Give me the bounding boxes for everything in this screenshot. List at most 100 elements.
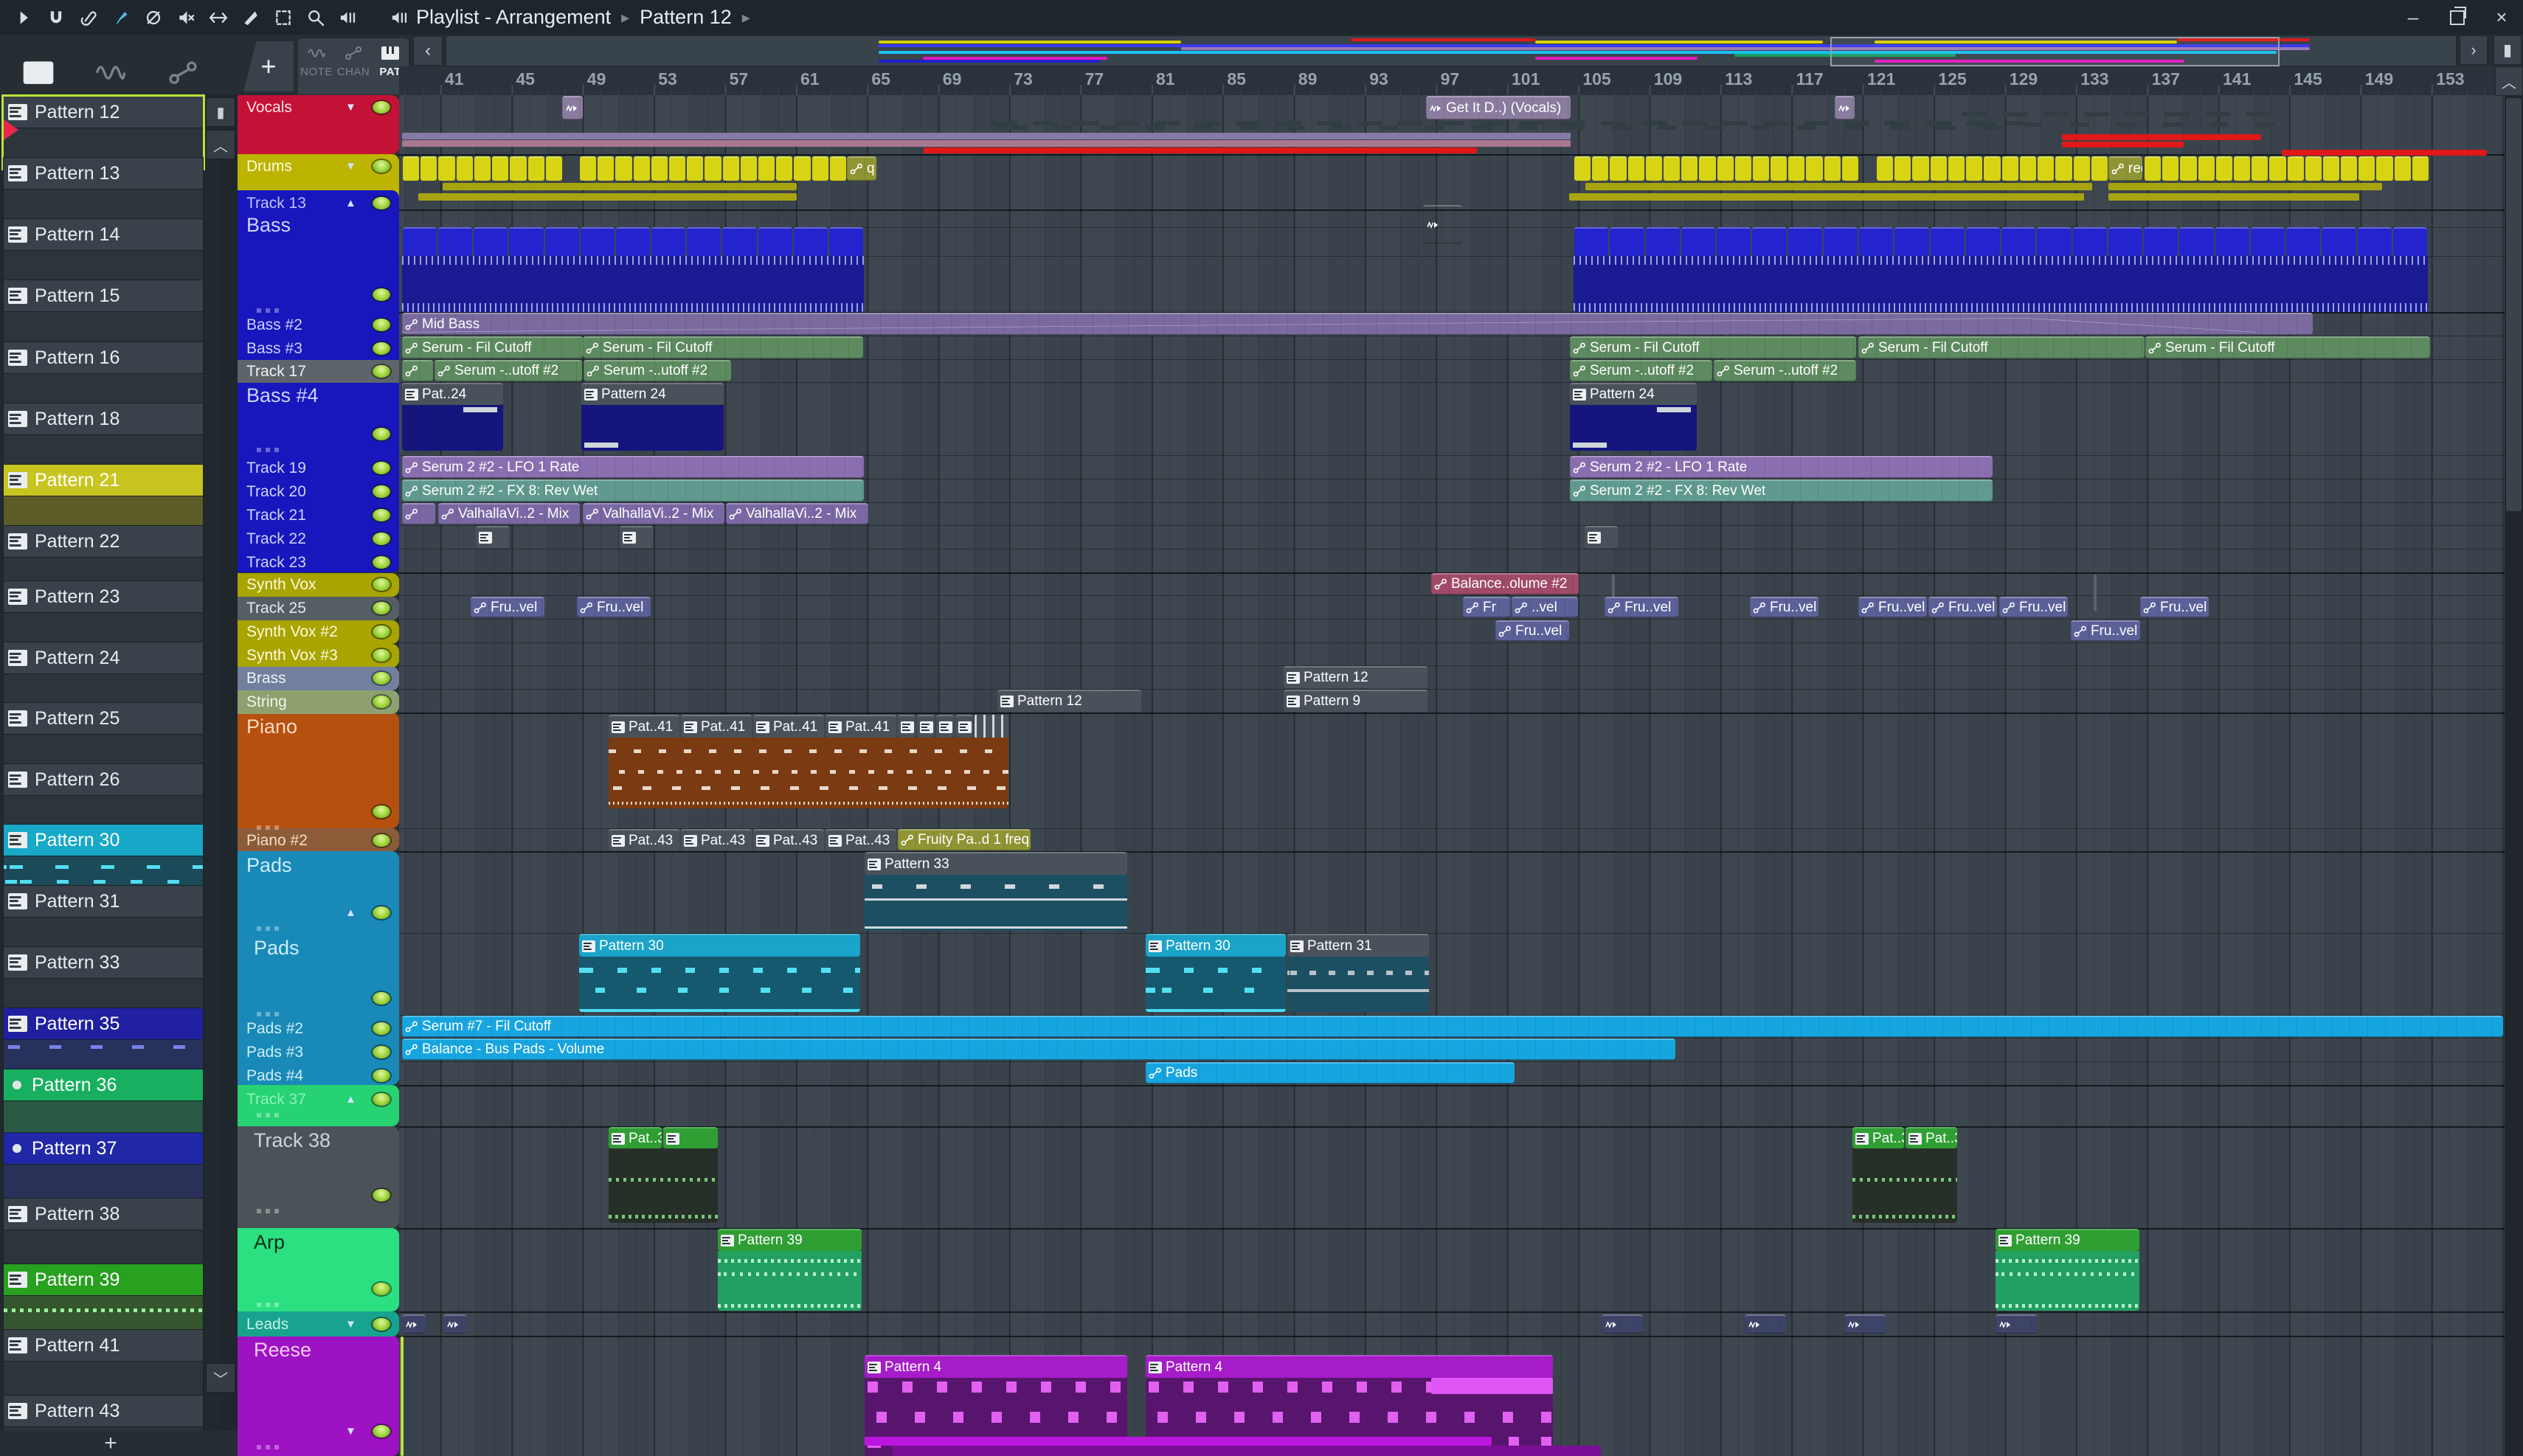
automation-clip[interactable]: Serum -..utoff #2: [435, 360, 582, 381]
clip-body[interactable]: [1852, 1148, 1957, 1223]
track-mute-led[interactable]: [373, 342, 390, 355]
navigator-scroll-right-button[interactable]: ›: [2460, 35, 2488, 65]
pattern-clip-train[interactable]: [1574, 156, 1859, 181]
pattern-clip-cell[interactable]: [527, 156, 544, 181]
track-mute-led[interactable]: [373, 649, 390, 662]
pattern-clip-cell[interactable]: [2376, 156, 2393, 181]
collapse-arrow-icon[interactable]: ▲: [345, 906, 356, 919]
pattern-clip-cell[interactable]: [2180, 156, 2197, 181]
track-mute-led[interactable]: [373, 625, 390, 638]
pattern-clip[interactable]: [936, 715, 954, 738]
automation-clip[interactable]: Fruity Pa..d 1 freq: [898, 829, 1031, 850]
clip-body[interactable]: [402, 256, 864, 312]
pattern-clip[interactable]: Pattern 12: [997, 690, 1141, 712]
track-mute-led[interactable]: [373, 556, 390, 569]
pattern-clip-cell[interactable]: [1627, 156, 1644, 181]
zoom-icon[interactable]: [300, 3, 332, 32]
pattern-clip-cell[interactable]: [793, 227, 828, 256]
clip-body[interactable]: [1146, 957, 1286, 1012]
pattern-clip-cell[interactable]: [1930, 156, 1947, 181]
clip-body[interactable]: [718, 1251, 862, 1311]
pattern-clip-cell[interactable]: [420, 156, 437, 181]
automation-clip[interactable]: Serum #7 - Fil Cutoff: [402, 1016, 2503, 1037]
pattern-clip-cell[interactable]: [1948, 156, 1965, 181]
track-mute-led[interactable]: [373, 1318, 390, 1331]
track-mute-led[interactable]: [373, 578, 390, 591]
track-header-track-37[interactable]: Track 37 ▲: [238, 1088, 399, 1117]
pattern-clip-cell[interactable]: [2145, 156, 2162, 181]
pattern-clip-cell[interactable]: [474, 227, 508, 256]
track-header-piano[interactable]: Piano: [238, 715, 399, 738]
automation-clip[interactable]: Serum -..utoff #2: [584, 360, 731, 381]
automation-clip[interactable]: Pads: [1146, 1062, 1515, 1084]
track-header-led-row[interactable]: ▼: [238, 1420, 399, 1449]
track-mute-led[interactable]: [373, 485, 390, 498]
automation-clip[interactable]: Fru..vel: [2140, 597, 2209, 617]
track-header-led-row[interactable]: [238, 800, 399, 830]
pattern-clip-cell[interactable]: [2392, 227, 2427, 256]
pattern-clip-cell[interactable]: [1984, 156, 2001, 181]
pattern-clip-cell[interactable]: [2358, 156, 2375, 181]
pattern-clip-cell[interactable]: [705, 156, 721, 181]
automation-clip[interactable]: Fru..vel: [1928, 597, 1997, 617]
audio-clip[interactable]: [1844, 1314, 1886, 1334]
automation-clip[interactable]: Balance - Bus Pads - Volume: [402, 1039, 1675, 1060]
pattern-clip[interactable]: [1585, 526, 1618, 548]
audio-clip[interactable]: [443, 1314, 467, 1334]
pattern-clip[interactable]: Pattern 4: [1146, 1355, 1553, 1378]
track-options-dots[interactable]: [257, 448, 282, 452]
track-mute-led[interactable]: [373, 805, 390, 818]
pattern-clip[interactable]: Pattern 39: [1996, 1229, 2139, 1251]
pattern-clip[interactable]: Pattern 9: [1284, 690, 1427, 712]
pattern-clip-cell[interactable]: [2252, 156, 2268, 181]
pattern-clip-cell[interactable]: [1806, 156, 1823, 181]
select-icon[interactable]: [267, 3, 300, 32]
pattern-clip-cell[interactable]: [2198, 156, 2215, 181]
track-mute-led[interactable]: [373, 1022, 390, 1035]
track-mute-led[interactable]: [373, 1189, 390, 1202]
pattern-clip-cell[interactable]: [1894, 156, 1911, 181]
pattern-clip[interactable]: Pattern 12: [1284, 666, 1427, 688]
pattern-clip[interactable]: Pattern 30: [579, 934, 860, 957]
pattern-clip-cell[interactable]: [545, 156, 562, 181]
slip-icon[interactable]: [72, 3, 105, 32]
automation-clip[interactable]: Fru..vel: [2071, 620, 2140, 641]
track-header-track-25[interactable]: Track 25: [238, 597, 399, 620]
pattern-clip[interactable]: Pat..41: [681, 715, 752, 738]
audio-tab[interactable]: [94, 60, 127, 86]
pattern-clip[interactable]: Pattern 33: [865, 852, 1127, 875]
pattern-clip-cell[interactable]: [403, 227, 437, 256]
pattern-clip[interactable]: Pattern 4: [865, 1355, 1127, 1378]
pattern-clip-cell[interactable]: [1966, 156, 1983, 181]
track-header-led-row[interactable]: [238, 1184, 399, 1213]
mute-speaker-icon[interactable]: [170, 3, 202, 32]
track-mute-led[interactable]: [373, 1093, 390, 1106]
track-mute-led[interactable]: [373, 428, 390, 440]
pattern-clip-cell[interactable]: [776, 156, 793, 181]
track-header-arp[interactable]: Arp: [238, 1231, 399, 1254]
pattern-clip-cell[interactable]: [1859, 227, 1894, 256]
patterns-tab[interactable]: [22, 60, 55, 86]
navigator-scroll-left-button[interactable]: ‹: [413, 36, 443, 66]
track-options-dots[interactable]: [257, 1303, 282, 1307]
pattern-clip-cell[interactable]: [438, 156, 455, 181]
track-header-string[interactable]: String: [238, 690, 399, 714]
pattern-clip-cell[interactable]: [722, 227, 757, 256]
clip-body[interactable]: [865, 875, 1127, 931]
pattern-clip-cell[interactable]: [510, 156, 527, 181]
pattern-clip-cell[interactable]: [2072, 227, 2107, 256]
vertical-scrollbar-handle[interactable]: [2506, 98, 2522, 511]
automation-clip[interactable]: ValhallaVi..2 - Mix: [438, 503, 580, 524]
automation-clip[interactable]: q: [847, 156, 876, 181]
track-options-dots[interactable]: [257, 1445, 282, 1449]
track-header-track-22[interactable]: Track 22: [238, 527, 399, 550]
clip-body[interactable]: [402, 405, 503, 451]
play-arrow-icon[interactable]: [7, 3, 40, 32]
pattern-clip-cell[interactable]: [1610, 156, 1627, 181]
pattern-clip-cell[interactable]: [544, 227, 579, 256]
track-header-pads[interactable]: Pads: [238, 854, 399, 877]
pattern-clip-cell[interactable]: [669, 156, 686, 181]
pattern-clip-cell[interactable]: [1912, 156, 1929, 181]
track-options-dots[interactable]: [257, 1209, 282, 1213]
slice-icon[interactable]: [235, 3, 267, 32]
